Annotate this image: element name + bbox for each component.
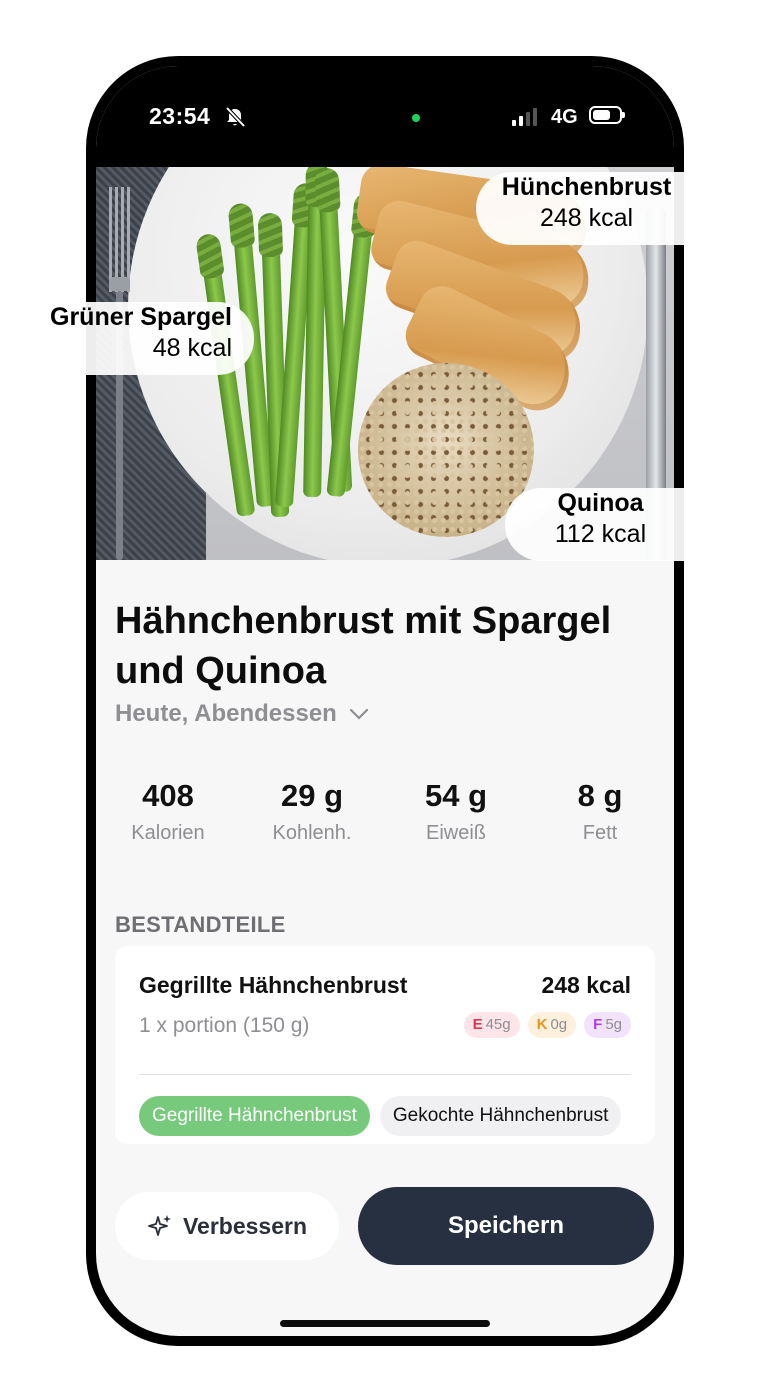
label-kcal: 248 kcal [539,204,634,232]
ingredient-kcal: 248 kcal [541,972,631,998]
macro-pills: E 45g K 0g F 5g [463,1012,631,1038]
stat-fat: 8 g Fett [530,778,670,845]
save-button[interactable]: Speichern [358,1187,654,1265]
label-name: Quinoa [557,489,644,517]
meal-time-selector[interactable]: Heute, Abendessen [115,700,369,728]
improve-label: Verbessern [182,1212,308,1239]
ingredient-name: Gegrillte Hähnchenbrust [139,972,408,998]
chip-selected[interactable]: Gegrillte Hähnchenbrust [139,1096,370,1136]
battery-icon [589,106,625,124]
protein-pill: E 45g [463,1012,520,1038]
stat-carbs: 29 g Kohlenh. [242,778,382,845]
stat-value: 8 g [577,778,623,813]
phone-frame: 23:54 4G Hähnchenbrust mit Spargel und Q… [86,56,684,1346]
fat-pill: F 5g [584,1012,631,1038]
screen: 23:54 4G Hähnchenbrust mit Spargel und Q… [96,66,674,1336]
stat-label: Eiweiß [425,822,486,844]
status-time: 23:54 [149,103,211,129]
stat-label: Kalorien [131,822,205,844]
stat-protein: 54 g Eiweiß [386,778,526,845]
section-title: BESTANDTEILE [115,912,286,937]
divider [139,1074,631,1075]
stat-value: 54 g [424,778,488,813]
label-kcal: 48 kcal [152,334,232,362]
status-bar: 23:54 4G [96,66,674,176]
home-indicator[interactable] [280,1320,490,1327]
photo-label-quinoa[interactable]: Quinoa 112 kcal [505,488,690,561]
sparkle-icon [148,1215,171,1236]
carbs-pill: K 0g [527,1012,577,1038]
stat-label: Fett [582,822,618,844]
improve-button[interactable]: Verbessern [115,1192,339,1260]
stat-value: 408 [142,778,194,813]
stat-label: Kohlenh. [272,822,352,844]
meal-title: Hähnchenbrust mit Spargel und Quinoa [115,600,612,692]
chevron-down-icon [349,708,368,720]
alternative-chips: Gegrillte Hähnchenbrust Gekochte Hähnchen… [139,1096,631,1136]
ingredient-portion[interactable]: 1 x portion (150 g) [139,1014,309,1038]
label-kcal: 112 kcal [554,520,647,548]
stat-value: 29 g [280,778,344,813]
bell-muted-icon [224,106,246,133]
meal-time-label: Heute, Abendessen [115,700,337,727]
stat-calories: 408 Kalorien [98,778,238,845]
photo-label-chicken[interactable]: Hünchenbrust 248 kcal [476,172,691,245]
signal-icon [512,107,537,126]
label-name: Grüner Spargel [50,303,232,331]
network-type: 4G [551,106,578,128]
camera-indicator [412,114,420,122]
label-name: Hünchenbrust [501,173,672,201]
chip-alternative[interactable]: Gekochte Hähnchenbrust [379,1096,622,1136]
ingredient-card[interactable]: Gegrillte Hähnchenbrust 248 kcal 1 x por… [115,946,655,1144]
photo-label-asparagus[interactable]: Grüner Spargel 48 kcal [8,302,254,375]
